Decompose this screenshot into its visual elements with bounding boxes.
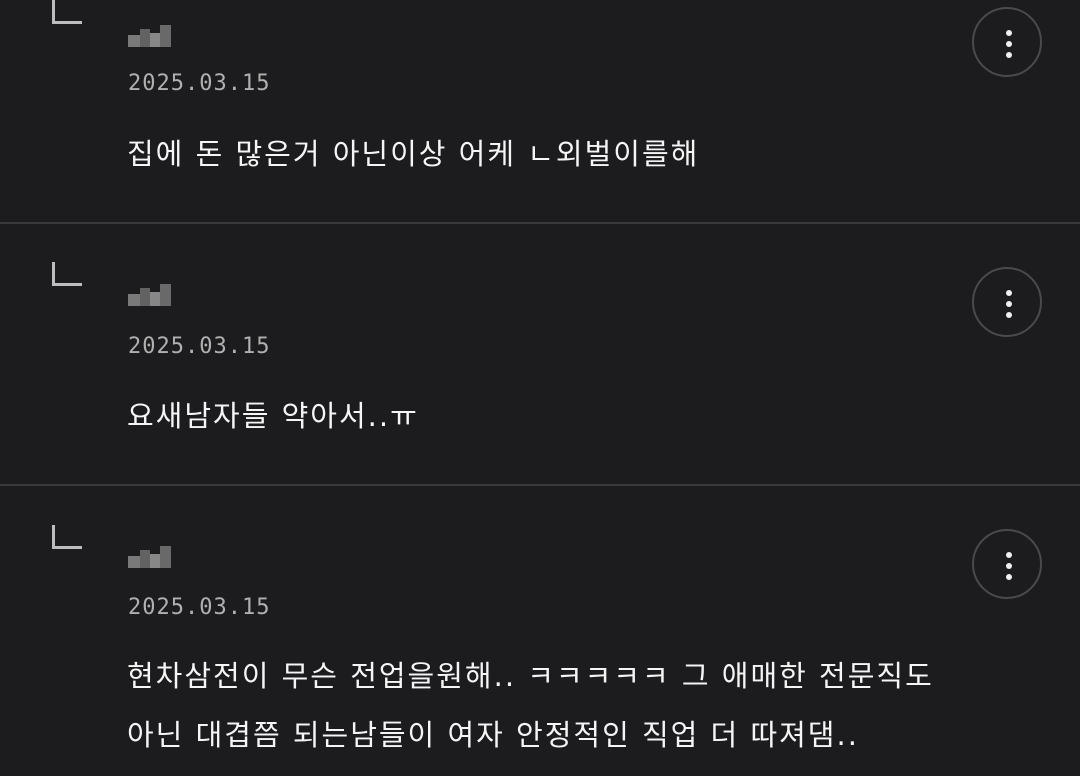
comment-date: 2025.03.15 — [128, 595, 271, 620]
reply-comment: 2025.03.15 요새남자들 약아서..ㅠ — [0, 224, 1080, 485]
more-options-button[interactable] — [972, 529, 1042, 599]
reply-arrow-icon — [52, 525, 82, 549]
reply-comment: 2025.03.15 현차삼전이 무슨 전업을원해.. ㅋㅋㅋㅋㅋ 그 애매한 … — [0, 486, 1080, 776]
comment-text-line-1: 현차삼전이 무슨 전업을원해.. ㅋㅋㅋㅋㅋ 그 애매한 전문직도 — [127, 659, 934, 693]
more-vertical-icon — [1006, 290, 1012, 296]
comment-text: 집에 돈 많은거 아닌이상 어케 ㄴ외벌이를해 — [127, 137, 700, 171]
more-vertical-icon — [1006, 30, 1012, 36]
blurred-username — [128, 282, 172, 310]
comment-text: 요새남자들 약아서..ㅠ — [127, 399, 419, 433]
reply-comment: 2025.03.15 집에 돈 많은거 아닌이상 어케 ㄴ외벌이를해 — [0, 0, 1080, 223]
reply-arrow-icon — [52, 262, 82, 286]
more-options-button[interactable] — [972, 267, 1042, 337]
comment-text-line-2: 아닌 대겹쯤 되는남들이 여자 안정적인 직업 더 따져댐.. — [127, 718, 859, 752]
blurred-username — [128, 23, 172, 51]
comment-date: 2025.03.15 — [128, 334, 271, 359]
reply-arrow-icon — [52, 0, 82, 24]
more-vertical-icon — [1006, 552, 1012, 558]
blurred-username — [128, 544, 172, 572]
comment-date: 2025.03.15 — [128, 71, 271, 96]
more-options-button[interactable] — [972, 7, 1042, 77]
